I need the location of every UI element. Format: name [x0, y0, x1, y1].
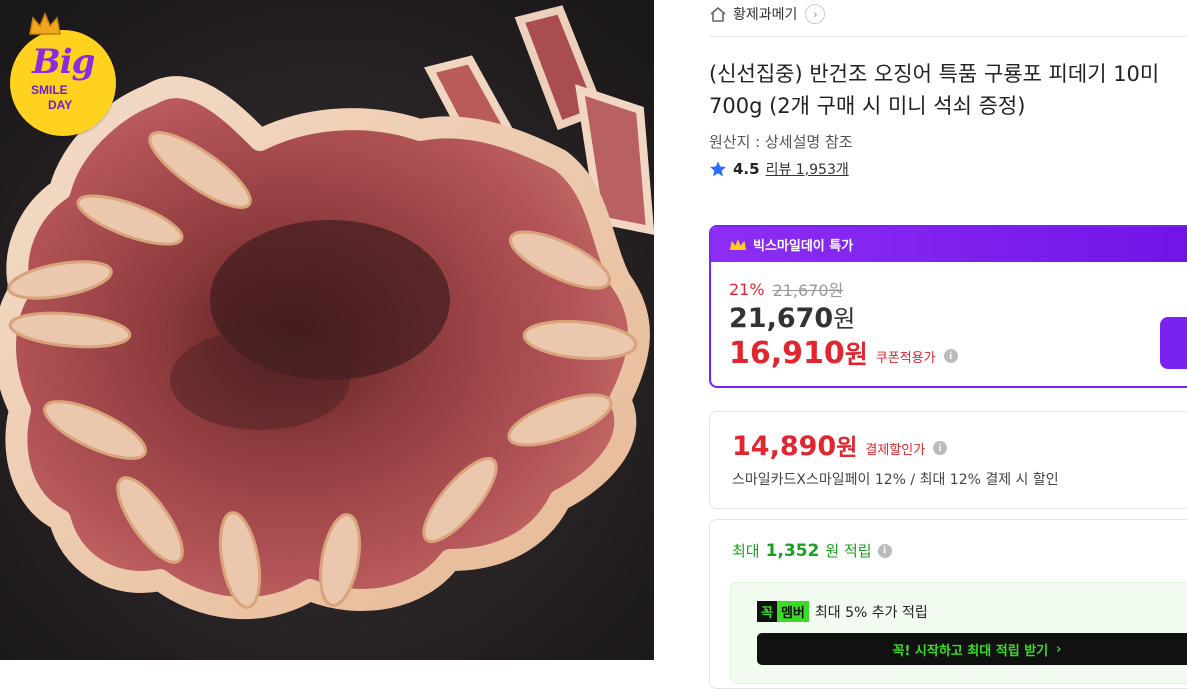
coupon-price-value: 16,910 — [729, 336, 845, 371]
membership-row: 꼭 멤버 최대 5% 추가 적립 — [757, 601, 928, 622]
store-name: 황제과메기 — [733, 7, 798, 23]
product-title: (신선집중) 반건조 오징어 특품 구룡포 피데기 10미 700g (2개 구… — [709, 58, 1179, 122]
crown-icon — [29, 12, 61, 35]
chevron-right-icon[interactable]: › — [805, 4, 826, 24]
coupon-price-row: 16,910원 쿠폰적용가 i — [729, 335, 958, 371]
membership-start-button[interactable]: 꼭! 시작하고 최대 적립 받기 › — [757, 633, 1187, 665]
payment-discount-box: 14,890원 결제할인가 i 스마일카드X스마일페이 12% / 최대 12%… — [709, 411, 1187, 509]
coupon-price: 16,910원 — [729, 335, 868, 371]
coupon-price-unit: 원 — [844, 340, 868, 369]
membership-text: 최대 5% 추가 적립 — [814, 604, 928, 621]
deal-header-label: 빅스마일데이 특가 — [753, 239, 854, 254]
info-icon[interactable]: i — [943, 349, 958, 363]
points-amount: 1,352 — [765, 540, 820, 561]
review-count: 1,953개 — [795, 162, 849, 178]
rating-score: 4.5 — [733, 160, 760, 178]
coupon-label: 쿠폰적용가 — [875, 350, 936, 366]
sale-price-value: 21,670 — [729, 303, 834, 334]
membership-promo: 꼭 멤버 최대 5% 추가 적립 꼭! 시작하고 최대 적립 받기 › — [730, 582, 1187, 684]
badge-big-text: Big — [32, 42, 95, 82]
product-info-panel: 황제과메기 › (신선집중) 반건조 오징어 특품 구룡포 피데기 10미 70… — [709, 0, 1187, 689]
chevron-right-icon: › — [1056, 641, 1062, 657]
home-icon — [710, 7, 726, 22]
product-title-line-2: 700g (2개 구매 시 미니 석쇠 증정) — [709, 94, 1026, 118]
crown-icon — [730, 238, 746, 250]
review-label: 리뷰 — [765, 162, 792, 178]
payment-price-row: 14,890원 결제할인가 i — [732, 428, 948, 462]
special-deal-box: 빅스마일데이 특가 21% 21,670원 21,670원 16,910원 쿠폰… — [709, 225, 1187, 388]
membership-tag: 꼭 멤버 — [757, 601, 809, 622]
review-link[interactable]: 리뷰 1,953개 — [766, 159, 849, 179]
product-title-line-1: (신선집중) 반건조 오징어 특품 구룡포 피데기 10미 — [709, 62, 1160, 86]
membership-tag-kkok: 꼭 — [757, 601, 777, 622]
coupon-download-button[interactable] — [1160, 317, 1187, 369]
payment-label: 결제할인가 — [865, 442, 926, 458]
points-box: 최대 1,352 원 적립 i 꼭 멤버 최대 5% 추가 적립 꼭! 시작하고 … — [709, 519, 1187, 689]
info-icon[interactable]: i — [877, 543, 892, 558]
membership-tag-member: 멤버 — [776, 601, 809, 622]
big-smile-day-badge: Big SMILE DAY — [10, 12, 122, 136]
payment-price-unit: 원 — [836, 435, 858, 461]
payment-description: 스마일카드X스마일페이 12% / 최대 12% 결제 시 할인 — [732, 472, 1059, 488]
discount-rate: 21% — [729, 279, 765, 299]
original-price: 21,670원 — [772, 281, 844, 300]
points-suffix: 원 적립 — [825, 542, 872, 560]
origin-info: 원산지 : 상세설명 참조 — [709, 133, 853, 151]
store-link[interactable]: 황제과메기 › — [709, 4, 826, 24]
sale-price: 21,670원 — [729, 299, 855, 334]
membership-button-label: 꼭! 시작하고 최대 적립 받기 — [892, 643, 1049, 659]
star-icon — [710, 161, 726, 177]
badge-smile-text: SMILE — [31, 83, 68, 97]
rating-row: 4.5 리뷰 1,953개 — [709, 159, 849, 179]
product-image: Big SMILE DAY — [0, 0, 654, 660]
sale-price-unit: 원 — [833, 305, 856, 333]
divider — [709, 36, 1187, 37]
points-row: 최대 1,352 원 적립 i — [732, 540, 892, 561]
points-prefix: 최대 — [732, 542, 760, 560]
info-icon[interactable]: i — [933, 441, 948, 455]
payment-price: 14,890원 — [732, 428, 857, 462]
deal-header: 빅스마일데이 특가 — [711, 227, 1187, 262]
discount-row: 21% 21,670원 — [729, 277, 843, 301]
payment-price-value: 14,890 — [732, 431, 837, 462]
badge-day-text: DAY — [48, 98, 73, 112]
